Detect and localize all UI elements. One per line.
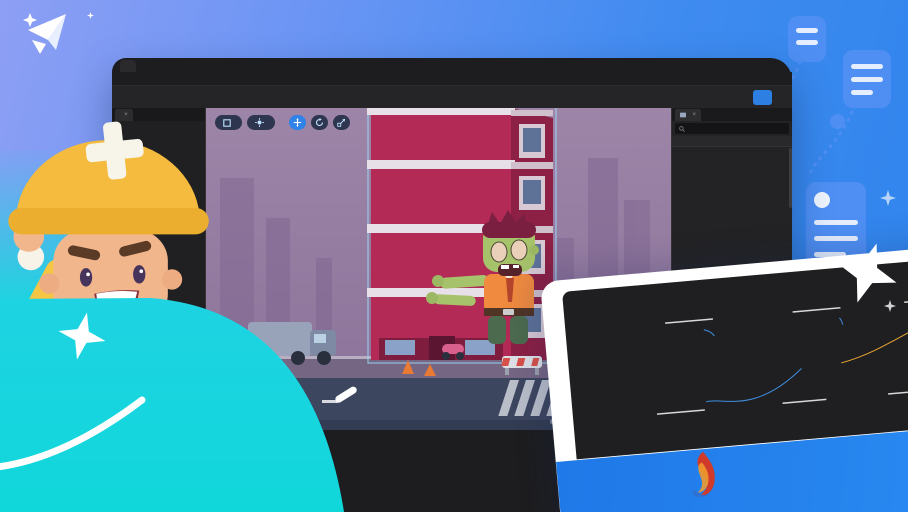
- doc-card-icon: [788, 16, 826, 62]
- four-point-star-icon: [58, 312, 106, 360]
- brand-subtitle: [82, 12, 99, 19]
- paper-plane-logo-icon: [22, 10, 72, 56]
- editor-titlebar: [112, 58, 792, 72]
- perspective-icon: [223, 119, 231, 127]
- lighting-toggle[interactable]: [247, 115, 275, 130]
- outliner-columns: [672, 136, 792, 147]
- outliner-search-input[interactable]: [675, 123, 789, 134]
- search-icon: [679, 126, 685, 132]
- watermark-flame-logo: [685, 450, 721, 500]
- publish-button[interactable]: [753, 90, 772, 105]
- hero-line1: [52, 312, 106, 360]
- panel-icon: [680, 112, 686, 118]
- map-doc-tab[interactable]: [120, 60, 136, 72]
- connector-dot: [830, 114, 845, 129]
- move-icon: [293, 118, 302, 127]
- close-icon[interactable]: ×: [692, 111, 696, 118]
- worker-mascot: [0, 86, 219, 344]
- scale-tool-button[interactable]: [333, 115, 350, 130]
- rotate-tool-button[interactable]: [311, 115, 328, 130]
- promo-banner: ×: [0, 0, 908, 512]
- sparkle-icon: [880, 190, 896, 206]
- brand-logo: [22, 10, 99, 56]
- rotate-icon: [315, 118, 324, 127]
- sparkle-icon: [87, 12, 94, 19]
- move-tool-button[interactable]: [289, 115, 306, 130]
- four-point-star-icon: [836, 242, 898, 304]
- outliner-tab[interactable]: ×: [675, 109, 701, 121]
- scrollbar[interactable]: [789, 148, 792, 208]
- editor-menubar: [112, 72, 792, 86]
- sparkle-icon: [884, 300, 896, 312]
- lighting-icon: [255, 118, 264, 127]
- doc-card-icon: [843, 50, 891, 108]
- scale-icon: [337, 118, 346, 127]
